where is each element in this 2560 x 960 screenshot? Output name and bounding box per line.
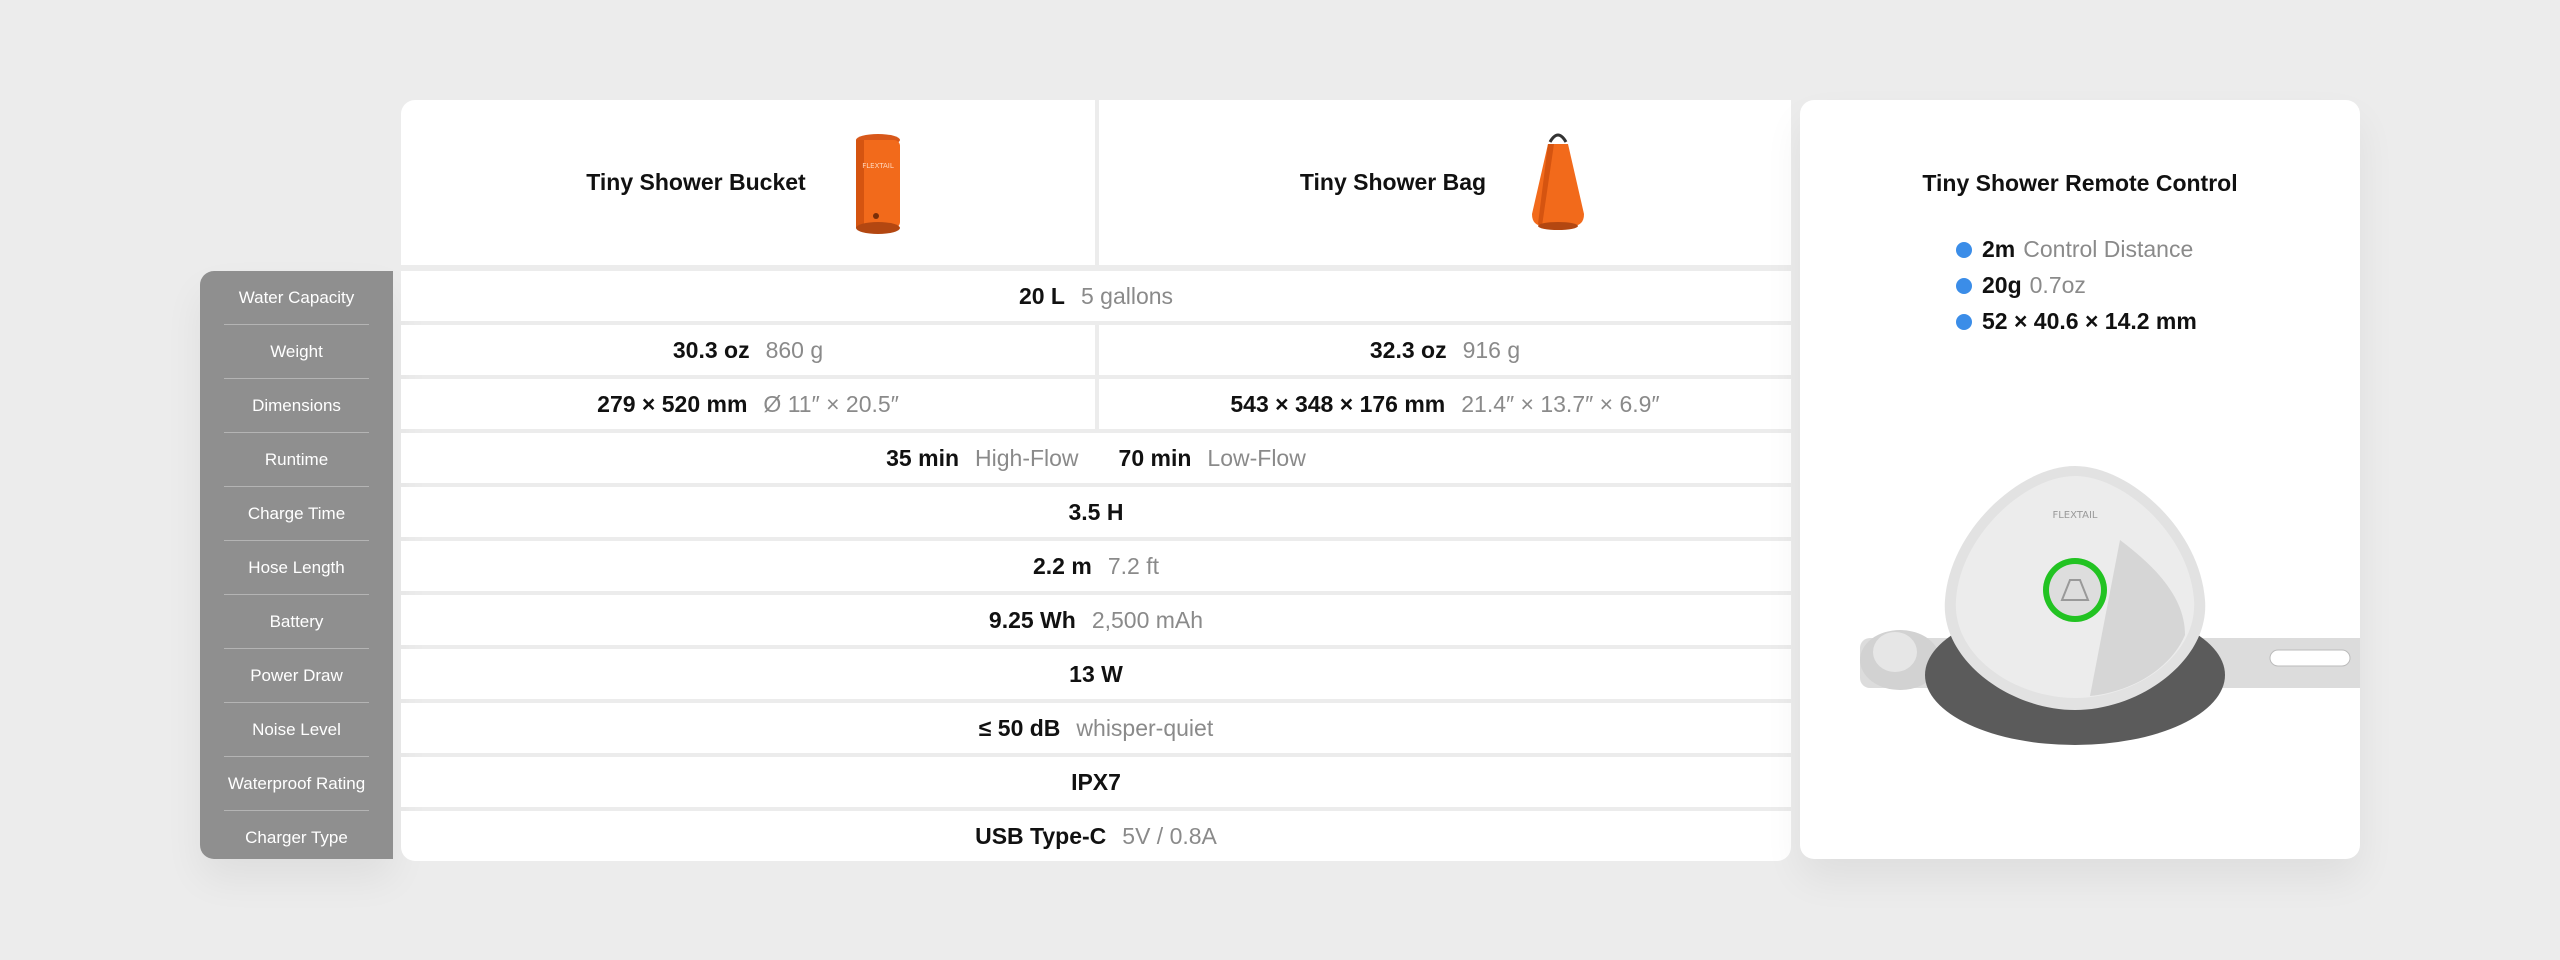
remote-card: Tiny Shower Remote Control 2m Control Di… <box>1800 100 2360 859</box>
remote-title: Tiny Shower Remote Control <box>1922 170 2238 196</box>
value-sub: whisper-quiet <box>1076 714 1214 741</box>
bullet-dot-icon <box>1956 241 1972 258</box>
row-label: Power Draw <box>250 666 343 685</box>
value-main: 30.3 oz <box>672 336 750 363</box>
row-label: Charge Time <box>247 504 346 523</box>
value-main: 52 × 40.6 × 14.2 mm <box>1982 308 2197 334</box>
svg-text:FLEXTAIL: FLEXTAIL <box>2052 510 2097 521</box>
charger-type-cell: USB Type-C 5V / 0.8A <box>401 811 1791 861</box>
water-capacity-cell: 20 L 5 gallons <box>401 271 1791 321</box>
value-sub: 860 g <box>765 336 824 363</box>
value-sub: Control Distance <box>2023 236 2194 262</box>
remote-spec-item: 20g 0.7oz <box>1956 272 2086 299</box>
value-main: 2m <box>1982 236 2016 262</box>
value-sub: 916 g <box>1462 336 1521 363</box>
remote-spec-item: 52 × 40.6 × 14.2 mm <box>1956 308 2205 335</box>
row-label: Weight <box>270 342 323 361</box>
value-sub: 2,500 mAh <box>1091 606 1204 633</box>
bag-header: Tiny Shower Bag <box>1099 100 1791 265</box>
runtime-cell: 35 min High-Flow 70 min Low-Flow <box>401 433 1791 483</box>
bullet-dot-icon <box>1956 277 1972 294</box>
value-main: ≤ 50 dB <box>978 714 1061 741</box>
bullet-dot-icon <box>1956 313 1972 330</box>
bucket-title: Tiny Shower Bucket <box>586 169 806 195</box>
value-main: 13 W <box>1069 660 1123 687</box>
value-sub: 7.2 ft <box>1107 552 1159 579</box>
row-label: Water Capacity <box>238 288 355 307</box>
value-main: USB Type-C <box>975 822 1107 849</box>
power-draw-cell: 13 W <box>401 649 1791 699</box>
value-main: 32.3 oz <box>1369 336 1447 363</box>
bag-weight-cell: 32.3 oz 916 g <box>1099 325 1791 375</box>
bucket-header: Tiny Shower Bucket FLEXTAIL <box>401 100 1095 265</box>
battery-cell: 9.25 Wh 2,500 mAh <box>401 595 1791 645</box>
bag-title: Tiny Shower Bag <box>1299 169 1487 195</box>
row-label: Dimensions <box>252 396 341 415</box>
value-main: 279 × 520 mm <box>597 390 748 417</box>
row-label: Hose Length <box>248 558 345 577</box>
value-main: 9.25 Wh <box>988 606 1076 633</box>
spec-label-column: Water Capacity Weight Dimensions Runtime… <box>200 271 393 859</box>
row-label: Noise Level <box>252 720 341 739</box>
charge-time-cell: 3.5 H <box>401 487 1791 537</box>
value-main: 70 min <box>1118 444 1192 471</box>
value-main: 35 min <box>886 444 960 471</box>
noise-level-cell: ≤ 50 dB whisper-quiet <box>401 703 1791 753</box>
waterproof-cell: IPX7 <box>401 757 1791 807</box>
bucket-dimensions-cell: 279 × 520 mm Ø 11″ × 20.5″ <box>401 379 1095 429</box>
value-sub: Low-Flow <box>1207 444 1306 471</box>
row-label: Runtime <box>264 450 329 469</box>
value-sub: High-Flow <box>975 444 1079 471</box>
value-sub: 21.4″ × 13.7″ × 6.9″ <box>1461 390 1660 417</box>
bag-dimensions-cell: 543 × 348 × 176 mm 21.4″ × 13.7″ × 6.9″ <box>1099 379 1791 429</box>
value-sub: 5V / 0.8A <box>1122 822 1217 849</box>
bucket-product-image: FLEXTAIL <box>855 133 900 234</box>
remote-spec-item: 2m Control Distance <box>1956 236 2193 263</box>
row-label: Battery <box>269 612 324 631</box>
remote-product-image: FLEXTAIL <box>1860 466 2360 745</box>
value-main: 20g <box>1982 272 2022 298</box>
value-main: 543 × 348 × 176 mm <box>1230 390 1446 417</box>
value-main: 20 L <box>1018 282 1065 309</box>
row-label: Charger Type <box>245 828 348 847</box>
value-sub: 5 gallons <box>1080 282 1174 309</box>
bag-product-image <box>1532 133 1585 230</box>
value-main: IPX7 <box>1071 768 1121 795</box>
value-main: 2.2 m <box>1033 552 1092 579</box>
row-label: Waterproof Rating <box>227 774 366 793</box>
bucket-weight-cell: 30.3 oz 860 g <box>401 325 1095 375</box>
value-main: 3.5 H <box>1068 498 1124 525</box>
value-sub: 0.7oz <box>2029 272 2086 298</box>
hose-length-cell: 2.2 m 7.2 ft <box>401 541 1791 591</box>
svg-text:FLEXTAIL: FLEXTAIL <box>862 162 894 170</box>
value-sub: Ø 11″ × 20.5″ <box>763 390 899 417</box>
